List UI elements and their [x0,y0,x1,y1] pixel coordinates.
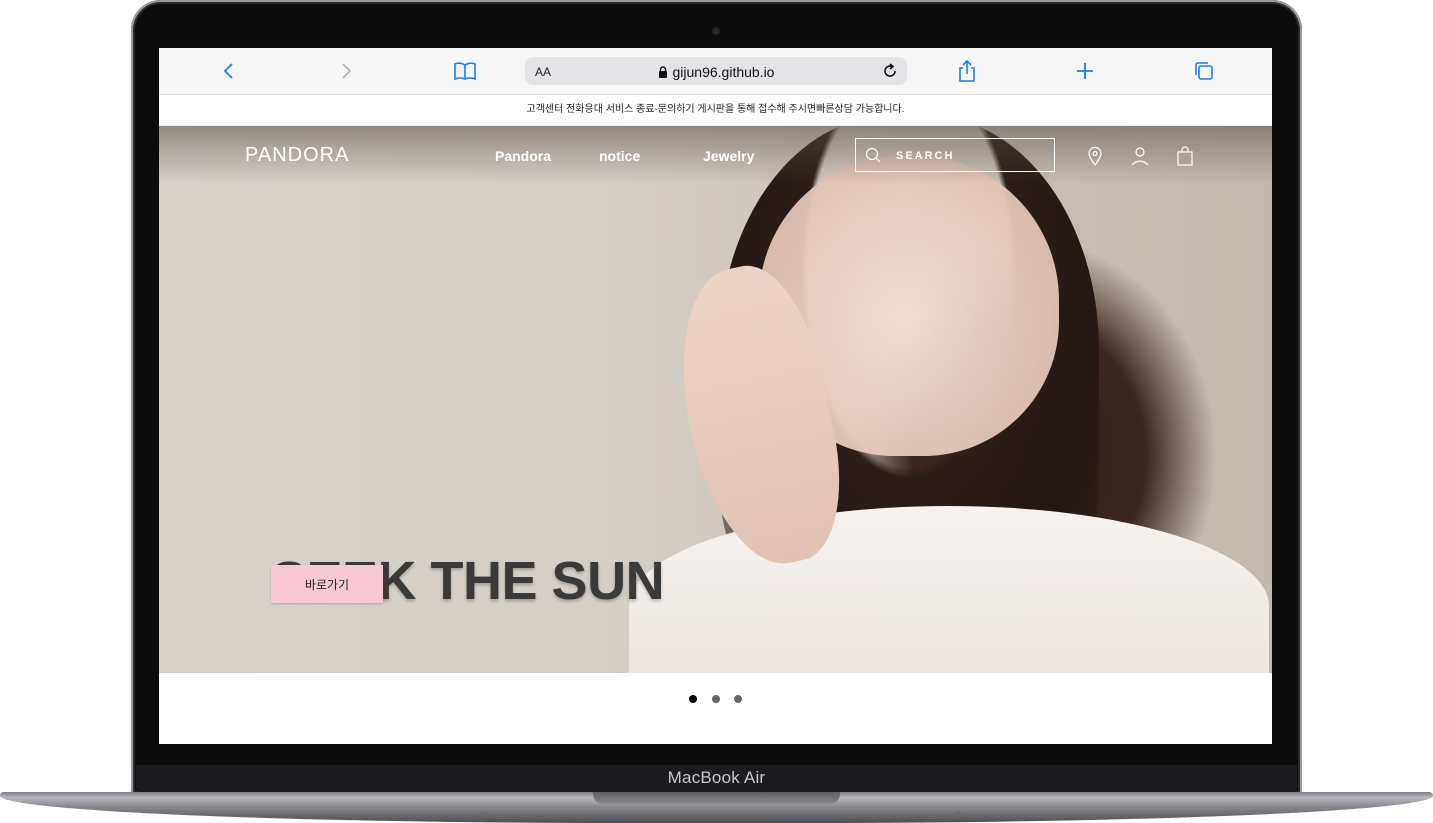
carousel-dots [159,690,1272,708]
reload-icon[interactable] [881,62,899,80]
hero-cta-button[interactable]: 바로가기 [271,565,383,603]
forward-icon[interactable] [334,60,358,82]
location-icon[interactable] [1086,146,1104,166]
url-text: gijun96.github.io [672,64,775,80]
tabs-icon[interactable] [1192,60,1216,82]
search-box[interactable]: SEARCH [855,138,1055,172]
nav-item-notice[interactable]: notice [599,148,640,164]
search-placeholder: SEARCH [896,150,955,162]
camera-dot [713,28,719,34]
back-icon[interactable] [217,60,241,82]
carousel-dot[interactable] [689,695,698,703]
laptop-base-notch [593,792,840,804]
brand-logo[interactable]: PANDORA [245,144,349,167]
user-icon[interactable] [1131,146,1149,166]
device-label: MacBook Air [667,768,766,787]
carousel-dot[interactable] [733,695,742,703]
share-icon[interactable] [955,60,979,82]
bookmarks-icon[interactable] [453,60,477,82]
url-display: gijun96.github.io [525,64,907,80]
laptop-foot [956,812,962,815]
lock-icon [658,66,667,78]
carousel-dot[interactable] [711,695,720,703]
nav-item-pandora[interactable]: Pandora [495,148,551,164]
address-bar[interactable]: AA gijun96.github.io [525,57,907,85]
notice-bar: 고객센터 전화응대 서비스 종료-문의하기 게시판을 통해 접수해 주시면빠른상… [159,95,1272,126]
new-tab-icon[interactable] [1073,60,1097,82]
laptop-foot [480,812,486,815]
nav-item-jewelry[interactable]: Jewelry [703,148,754,164]
shopping-bag-icon[interactable] [1176,146,1194,166]
screen: AA gijun96.github.io 고객센터 전화응대 서비스 종료-문의… [159,48,1272,744]
browser-toolbar: AA gijun96.github.io [159,48,1272,95]
search-icon[interactable] [865,147,881,163]
